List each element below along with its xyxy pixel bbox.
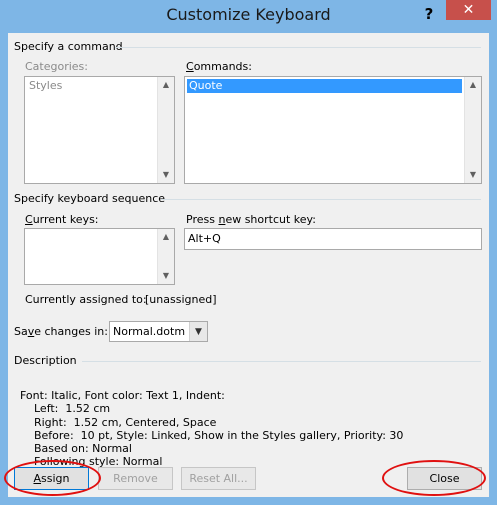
scroll-up-arrow-icon[interactable]: ▲ [158, 229, 174, 245]
close-window-button[interactable]: ✕ [446, 0, 491, 20]
assigned-label: Currently assigned to: [25, 293, 147, 306]
description-line: Based on: Normal [20, 442, 132, 456]
keyboard-group-divider [161, 199, 481, 200]
command-group-title: Specify a command [14, 40, 123, 53]
commands-listbox[interactable]: Quote ▲ ▼ [184, 76, 482, 184]
current-keys-scrollbar[interactable]: ▲ ▼ [157, 229, 174, 284]
assign-highlight-circle [4, 460, 101, 496]
description-line: Left: 1.52 cm [20, 402, 111, 416]
new-key-label: Press new shortcut key: [186, 213, 316, 226]
save-changes-select[interactable]: Normal.dotm ▼ [109, 321, 208, 342]
close-highlight-circle [382, 460, 486, 496]
scroll-up-arrow-icon[interactable]: ▲ [158, 77, 174, 93]
categories-scrollbar[interactable]: ▲ ▼ [157, 77, 174, 183]
description-divider [82, 361, 481, 362]
scroll-down-arrow-icon[interactable]: ▼ [158, 268, 174, 284]
description-line: Right: 1.52 cm, Centered, Space [20, 415, 217, 429]
scroll-down-arrow-icon[interactable]: ▼ [465, 167, 481, 183]
description-text: Font: Italic, Font color: Text 1, Indent… [20, 376, 403, 468]
categories-listbox[interactable]: Styles ▲ ▼ [24, 76, 175, 184]
scroll-down-arrow-icon[interactable]: ▼ [158, 167, 174, 183]
dialog-body: Specify a command Categories: Styles ▲ ▼… [4, 32, 490, 498]
commands-label: Commands: [186, 60, 252, 73]
help-button[interactable]: ? [416, 4, 442, 24]
reset-all-button[interactable]: Reset All... [181, 467, 256, 490]
save-changes-label: Save changes in: [14, 325, 108, 338]
remove-button[interactable]: Remove [98, 467, 173, 490]
categories-label: Categories: [25, 60, 88, 73]
description-line: Before: 10 pt, Style: Linked, Show in th… [20, 428, 404, 442]
chevron-down-icon[interactable]: ▼ [189, 322, 207, 341]
assigned-value: [unassigned] [145, 293, 217, 306]
description-title: Description [14, 354, 77, 367]
title-bar: Customize Keyboard ? ✕ [0, 0, 497, 32]
description-line: Font: Italic, Font color: Text 1, Indent… [20, 389, 225, 403]
category-item[interactable]: Styles [27, 79, 155, 93]
command-group-divider [115, 47, 481, 48]
keyboard-group-title: Specify keyboard sequence [14, 192, 166, 205]
save-changes-value: Normal.dotm [113, 325, 186, 338]
command-item[interactable]: Quote [187, 79, 462, 93]
scroll-up-arrow-icon[interactable]: ▲ [465, 77, 481, 93]
current-keys-listbox[interactable]: ▲ ▼ [24, 228, 175, 285]
new-shortcut-input[interactable]: Alt+Q [184, 228, 482, 250]
current-keys-label: Current keys: [25, 213, 99, 226]
customize-keyboard-dialog: Customize Keyboard ? ✕ Specify a command… [0, 0, 497, 505]
commands-scrollbar[interactable]: ▲ ▼ [464, 77, 481, 183]
